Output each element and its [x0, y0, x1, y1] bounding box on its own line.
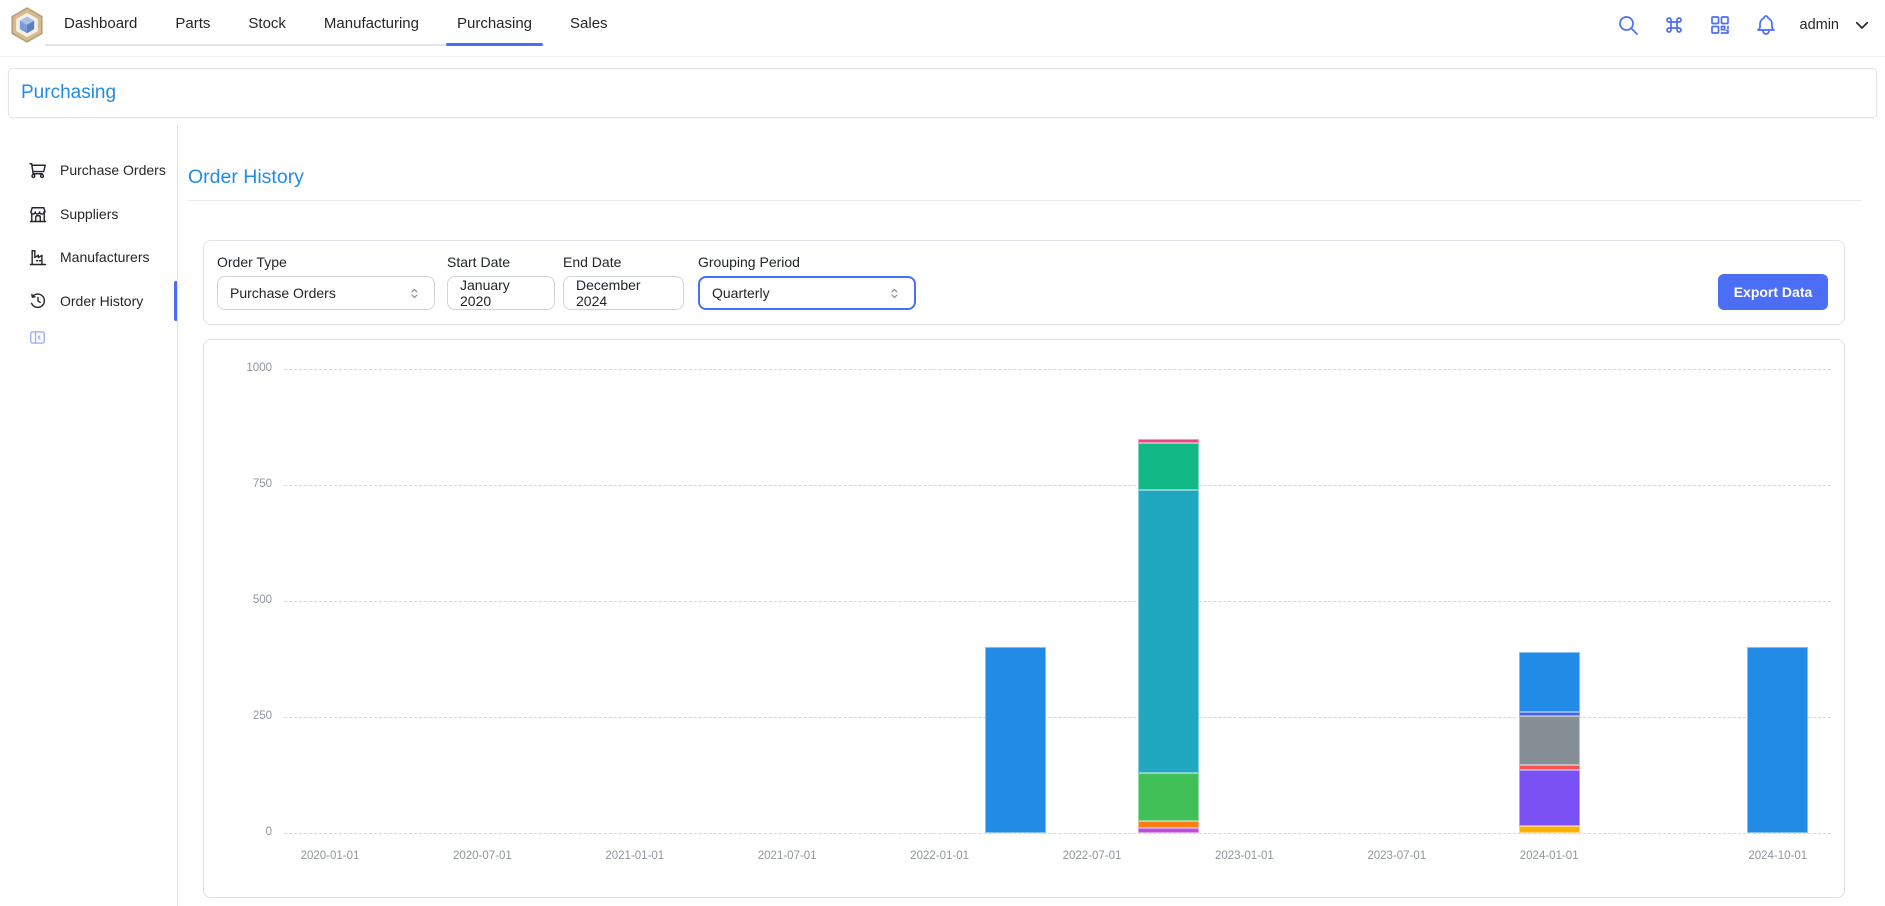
y-axis-tick-label: 500 [230, 594, 272, 606]
sidebar-item-label: Purchase Orders [60, 162, 166, 178]
end-date-input[interactable]: December 2024 [563, 276, 684, 310]
x-axis-tick-label: 2023-01-01 [1202, 850, 1286, 862]
bar-segment-2024-01-01 [1519, 826, 1580, 833]
sidebar-divider [177, 125, 178, 906]
bar-segment-2022-10-01 [1138, 439, 1199, 444]
x-axis-tick-label: 2021-01-01 [593, 850, 677, 862]
filter-bar: Order Type Start Date End Date Grouping … [203, 240, 1845, 325]
storefront-icon [28, 204, 48, 224]
x-axis-tick-label: 2024-10-01 [1736, 850, 1820, 862]
grouping-period-select[interactable]: Quarterly [698, 276, 916, 310]
factory-icon [28, 247, 48, 267]
x-axis-tick-label: 2022-01-01 [898, 850, 982, 862]
start-date-value: January 2020 [460, 277, 542, 309]
app-logo-icon[interactable] [8, 6, 46, 44]
chevron-down-icon[interactable] [1853, 16, 1871, 34]
x-axis-tick-label: 2020-01-01 [288, 850, 372, 862]
order-type-select[interactable]: Purchase Orders [217, 276, 435, 310]
user-menu[interactable]: admin [1800, 16, 1872, 34]
sidebar-item-suppliers[interactable]: Suppliers [14, 192, 164, 236]
selector-icon [407, 286, 422, 301]
breadcrumb-purchasing[interactable]: Purchasing [21, 82, 116, 104]
order-type-label: Order Type [217, 254, 287, 270]
bar-segment-2024-01-01 [1519, 712, 1580, 716]
shopping-cart-icon [28, 160, 48, 180]
bar-segment-2022-04-01 [985, 647, 1046, 833]
y-axis-tick-label: 750 [230, 478, 272, 490]
y-gridline [284, 601, 1831, 602]
tab-parts[interactable]: Parts [156, 1, 229, 45]
x-axis-tick-label: 2020-07-01 [440, 850, 524, 862]
page-title: Order History [188, 166, 304, 189]
bar-segment-2024-01-01 [1519, 652, 1580, 712]
x-axis-tick-label: 2023-07-01 [1355, 850, 1439, 862]
end-date-label: End Date [563, 254, 621, 270]
tab-dashboard[interactable]: Dashboard [45, 1, 156, 45]
command-icon[interactable] [1662, 13, 1686, 37]
tab-stock[interactable]: Stock [229, 1, 305, 45]
y-gridline [284, 485, 1831, 486]
main-tabs: DashboardPartsStockManufacturingPurchasi… [45, 0, 627, 46]
y-gridline [284, 369, 1831, 370]
bar-segment-2024-01-01 [1519, 765, 1580, 771]
bar-segment-2024-10-01 [1747, 647, 1808, 833]
breadcrumb-panel: Purchasing [8, 68, 1877, 118]
sidebar: Purchase Orders Suppliers Manufacturers Ord… [0, 125, 177, 906]
selector-icon [887, 286, 902, 301]
bar-segment-2022-10-01 [1138, 773, 1199, 822]
grouping-period-value: Quarterly [712, 285, 770, 301]
bell-icon[interactable] [1754, 13, 1778, 37]
grouping-period-label: Grouping Period [698, 254, 800, 270]
tab-purchasing[interactable]: Purchasing [438, 1, 551, 45]
order-type-value: Purchase Orders [230, 285, 336, 301]
sidebar-item-manufacturers[interactable]: Manufacturers [14, 235, 164, 279]
stacked-bar-chart: 0 250 500 750 1000 2020-01-01 2020-07-01 2021-0… [204, 340, 1844, 897]
bar-segment-2022-10-01 [1138, 443, 1199, 489]
y-gridline [284, 833, 1831, 834]
sidebar-item-order-history[interactable]: Order History [14, 279, 164, 323]
y-gridline [284, 717, 1831, 718]
order-history-chart-card: 0 250 500 750 1000 2020-01-01 2020-07-01 2021-0… [203, 339, 1845, 898]
title-divider [188, 200, 1862, 201]
sidebar-item-label: Manufacturers [60, 249, 149, 265]
sidebar-item-purchase-orders[interactable]: Purchase Orders [14, 148, 164, 192]
bar-segment-2024-01-01 [1519, 770, 1580, 826]
bar-segment-2022-10-01 [1138, 828, 1199, 833]
username-label: admin [1800, 17, 1840, 33]
x-axis-tick-label: 2024-01-01 [1507, 850, 1591, 862]
bar-segment-2022-10-01 [1138, 490, 1199, 773]
export-data-button[interactable]: Export Data [1718, 274, 1828, 310]
bar-segment-2022-10-01 [1138, 821, 1199, 828]
sidebar-item-label: Suppliers [60, 206, 118, 222]
start-date-label: Start Date [447, 254, 510, 270]
top-nav: DashboardPartsStockManufacturingPurchasi… [0, 0, 1885, 57]
y-axis-tick-label: 0 [230, 826, 272, 838]
x-axis-tick-label: 2021-07-01 [745, 850, 829, 862]
end-date-value: December 2024 [576, 277, 671, 309]
start-date-input[interactable]: January 2020 [447, 276, 555, 310]
sidebar-item-label: Order History [60, 293, 143, 309]
y-axis-tick-label: 250 [230, 710, 272, 722]
x-axis-tick-label: 2022-07-01 [1050, 850, 1134, 862]
qrcode-icon[interactable] [1708, 13, 1732, 37]
bar-segment-2024-01-01 [1519, 716, 1580, 765]
y-axis-tick-label: 1000 [230, 362, 272, 374]
tab-sales[interactable]: Sales [551, 1, 627, 45]
sidebar-collapse-icon[interactable] [28, 328, 47, 347]
history-icon [28, 291, 48, 311]
search-icon[interactable] [1616, 13, 1640, 37]
tab-manufacturing[interactable]: Manufacturing [305, 1, 438, 45]
